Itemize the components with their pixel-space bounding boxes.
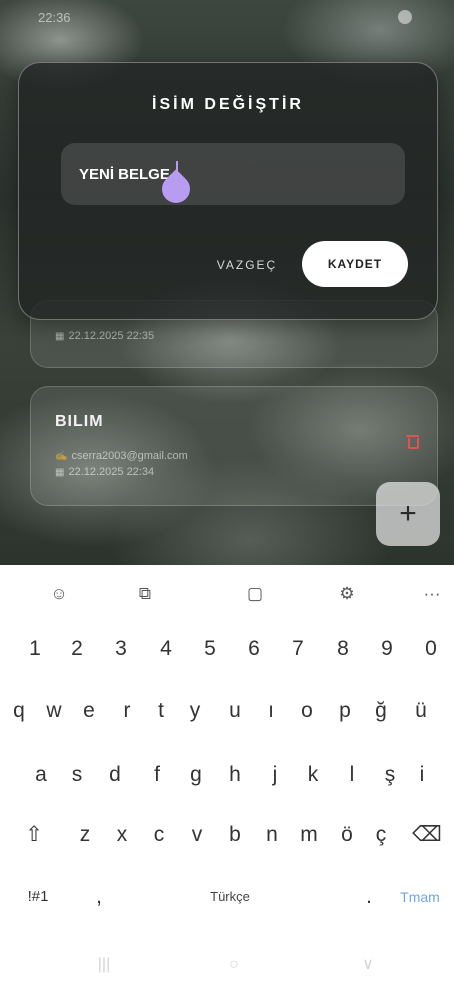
key[interactable]: h bbox=[218, 747, 252, 803]
comma-key[interactable]: , bbox=[84, 869, 114, 925]
letter-row-2: a s d f g h j k l ş i bbox=[0, 747, 454, 803]
key[interactable]: ö bbox=[330, 807, 364, 863]
key[interactable]: g bbox=[179, 747, 213, 803]
done-key[interactable]: Tmam bbox=[392, 869, 448, 925]
key[interactable]: 5 bbox=[195, 621, 225, 677]
back-icon[interactable]: ∨ bbox=[348, 945, 388, 985]
key[interactable]: v bbox=[180, 807, 214, 863]
clipboard-icon[interactable]: ▢ bbox=[235, 579, 275, 609]
key[interactable]: 0 bbox=[416, 621, 446, 677]
key[interactable]: 8 bbox=[328, 621, 358, 677]
key[interactable]: f bbox=[140, 747, 174, 803]
key[interactable]: ü bbox=[404, 683, 438, 739]
key[interactable]: t bbox=[144, 683, 178, 739]
key[interactable]: n bbox=[255, 807, 289, 863]
letter-row-3: ⇧ z x c v b n m ö ç ⌫ bbox=[0, 807, 454, 863]
rename-dialog: İSİM DEĞİŞTİR VAZGEÇ KAYDET bbox=[18, 62, 438, 320]
document-date: ▦ 22.12.2025 22:35 bbox=[55, 330, 155, 342]
key[interactable]: i bbox=[405, 747, 439, 803]
document-card[interactable]: BILIM ✍ cserra2003@gmail.com ▦ 22.12.202… bbox=[30, 386, 438, 506]
save-button[interactable]: KAYDET bbox=[302, 241, 408, 287]
key[interactable]: 6 bbox=[239, 621, 269, 677]
dialog-title: İSİM DEĞİŞTİR bbox=[152, 96, 304, 113]
pen-icon: ✍ bbox=[55, 450, 68, 462]
key[interactable]: a bbox=[24, 747, 58, 803]
keyboard-toolbar: ☺ ⧉ ▢ ⚙ ··· bbox=[0, 565, 454, 623]
key[interactable]: c bbox=[142, 807, 176, 863]
calendar-icon: ▦ bbox=[55, 466, 65, 478]
symbols-key[interactable]: !#1 bbox=[16, 869, 60, 925]
key[interactable]: 4 bbox=[151, 621, 181, 677]
key[interactable]: p bbox=[328, 683, 362, 739]
key[interactable]: j bbox=[258, 747, 292, 803]
trash-icon[interactable] bbox=[406, 435, 419, 449]
add-document-button[interactable]: + bbox=[376, 482, 440, 546]
settings-icon[interactable]: ⚙ bbox=[327, 579, 367, 609]
key[interactable]: q bbox=[2, 683, 36, 739]
document-date: ▦ 22.12.2025 22:34 bbox=[55, 466, 155, 478]
calendar-icon: ▦ bbox=[55, 330, 65, 342]
emoji-icon[interactable]: ☺ bbox=[39, 579, 79, 609]
document-title: BILIM bbox=[55, 413, 104, 430]
home-icon[interactable]: ○ bbox=[214, 945, 254, 985]
status-indicator-icon bbox=[398, 10, 412, 24]
key[interactable]: s bbox=[60, 747, 94, 803]
document-owner: ✍ cserra2003@gmail.com bbox=[55, 450, 188, 462]
key[interactable]: z bbox=[68, 807, 102, 863]
key[interactable]: x bbox=[105, 807, 139, 863]
status-bar: 22:36 bbox=[0, 0, 454, 34]
keyboard: ☺ ⧉ ▢ ⚙ ··· 1 2 3 4 5 6 7 8 9 0 q w e r … bbox=[0, 565, 454, 985]
key[interactable]: o bbox=[290, 683, 324, 739]
bottom-row: !#1 , Türkçe . Tmam bbox=[0, 869, 454, 925]
key[interactable]: u bbox=[218, 683, 252, 739]
key[interactable]: 9 bbox=[372, 621, 402, 677]
key[interactable]: w bbox=[37, 683, 71, 739]
shift-key[interactable]: ⇧ bbox=[14, 807, 54, 863]
name-input[interactable] bbox=[61, 143, 405, 205]
key[interactable]: 3 bbox=[106, 621, 136, 677]
key[interactable]: y bbox=[178, 683, 212, 739]
system-nav-bar: ||| ○ ∨ bbox=[0, 945, 454, 985]
key[interactable]: b bbox=[218, 807, 252, 863]
key[interactable]: ğ bbox=[364, 683, 398, 739]
key[interactable]: e bbox=[72, 683, 106, 739]
letter-row-1: q w e r t y u ı o p ğ ü bbox=[0, 683, 454, 739]
key[interactable]: l bbox=[335, 747, 369, 803]
key[interactable]: 2 bbox=[62, 621, 92, 677]
key[interactable]: 7 bbox=[283, 621, 313, 677]
status-time: 22:36 bbox=[38, 10, 71, 25]
key[interactable]: ş bbox=[373, 747, 407, 803]
app-background: 22:36 ▦ 22.12.2025 22:35 BILIM ✍ cserra2… bbox=[0, 0, 454, 565]
number-row: 1 2 3 4 5 6 7 8 9 0 bbox=[0, 621, 454, 677]
key[interactable]: r bbox=[110, 683, 144, 739]
key[interactable]: ı bbox=[254, 683, 288, 739]
key[interactable]: m bbox=[292, 807, 326, 863]
more-icon[interactable]: ··· bbox=[412, 579, 452, 609]
recent-apps-icon[interactable]: ||| bbox=[84, 945, 124, 985]
key[interactable]: k bbox=[296, 747, 330, 803]
backspace-key[interactable]: ⌫ bbox=[406, 807, 448, 863]
period-key[interactable]: . bbox=[354, 869, 384, 925]
key[interactable]: ç bbox=[364, 807, 398, 863]
space-key[interactable]: Türkçe bbox=[130, 869, 330, 925]
cancel-button[interactable]: VAZGEÇ bbox=[197, 245, 297, 285]
translate-icon[interactable]: ⧉ bbox=[125, 579, 165, 609]
key[interactable]: d bbox=[98, 747, 132, 803]
key[interactable]: 1 bbox=[20, 621, 50, 677]
